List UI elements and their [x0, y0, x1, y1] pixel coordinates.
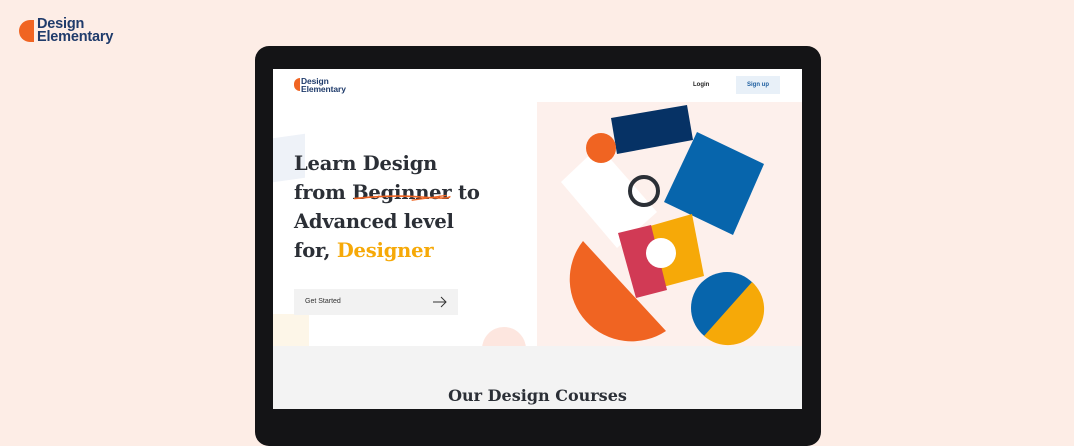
underlined-word: Beginner [352, 181, 452, 204]
brand-logo: Design Elementary [19, 17, 114, 45]
site-logo-line2: Elementary [301, 84, 346, 94]
login-link[interactable]: Login [693, 82, 709, 88]
navy-rectangle-shape [611, 105, 693, 154]
hero-line4: for, Designer [294, 236, 534, 265]
signup-button[interactable]: Sign up [736, 76, 780, 94]
hero-illustration [561, 105, 765, 346]
hero-line4-prefix: for, [294, 239, 337, 262]
brand-name: Design Elementary [37, 17, 114, 45]
get-started-label: Get Started [305, 298, 341, 305]
squiggle-underline-icon [353, 194, 451, 201]
site-navbar: Design Elementary Login Sign up [273, 69, 802, 102]
hero-accent-word: Designer [336, 239, 434, 262]
hero-line1: Learn Design [294, 152, 438, 175]
get-started-button[interactable]: Get Started [294, 289, 458, 315]
hero-line2-prefix: from [294, 181, 353, 204]
website-screen: Design Elementary Login Sign up Learn De… [273, 69, 802, 409]
decorative-shape [273, 314, 309, 346]
hero-line3: Advanced level [294, 210, 454, 233]
logo-mark-icon [19, 20, 34, 42]
laptop-frame: Design Elementary Login Sign up Learn De… [255, 46, 821, 446]
hero-line2-suffix: to [451, 181, 480, 204]
courses-title: Our Design Courses [448, 386, 627, 405]
hero-headline: Learn Design from Beginner to Advanced l… [294, 149, 534, 265]
white-dot-shape [646, 238, 676, 268]
arrow-right-icon [433, 296, 447, 308]
site-logo[interactable]: Design Elementary [294, 77, 346, 93]
orange-circle-shape [586, 133, 616, 163]
brand-name-line2: Elementary [37, 29, 114, 45]
hero-line2: from Beginner to [294, 178, 534, 207]
logo-mark-icon [294, 78, 300, 91]
